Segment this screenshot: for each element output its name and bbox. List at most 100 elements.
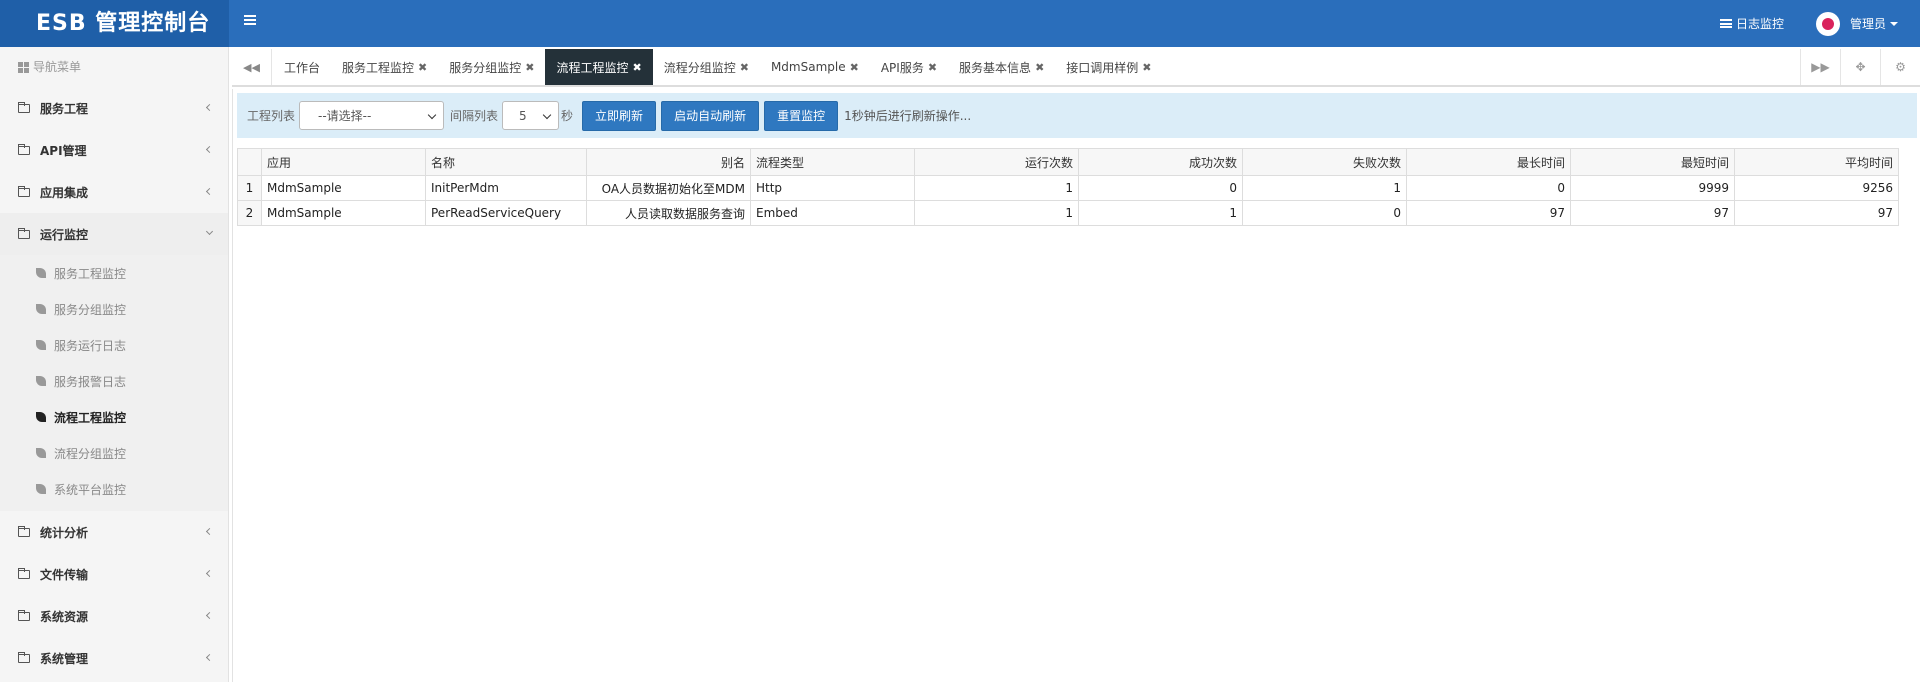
chevron-left-icon xyxy=(205,145,214,154)
close-icon[interactable]: ✖ xyxy=(633,61,642,74)
tab-flow-project-monitor[interactable]: 流程工程监控 ✖ xyxy=(545,49,653,85)
folder-icon xyxy=(18,609,30,621)
folder-icon xyxy=(18,143,30,155)
submenu-item[interactable]: 流程分组监控 xyxy=(0,435,228,471)
cell-max: 97 xyxy=(1406,200,1571,226)
tab-list: 工作台 服务工程监控 ✖ 服务分组监控 ✖ 流程工程监控 ✖ 流程分组监控 ✖ MdmS… xyxy=(273,49,1163,85)
cell-name: InitPerMdm xyxy=(425,175,587,201)
chevron-down-icon xyxy=(427,110,437,120)
app-title: ESB 管理控制台 xyxy=(0,0,229,47)
interval-select[interactable]: 5 xyxy=(502,101,560,130)
app-header: ESB 管理控制台 日志监控 管理员 xyxy=(0,0,1920,47)
refresh-status-text: 1秒钟后进行刷新操作... xyxy=(844,109,972,123)
close-icon[interactable]: ✖ xyxy=(1142,61,1151,74)
close-icon[interactable]: ✖ xyxy=(418,61,427,74)
cell-fail: 0 xyxy=(1242,200,1407,226)
nav-title-label: 导航菜单 xyxy=(33,60,82,74)
menu-toggle-icon[interactable] xyxy=(244,13,260,29)
sidebar-item-label: 运行监控 xyxy=(40,227,89,242)
monitor-table: 应用 名称 别名 流程类型 运行次数 成功次数 失败次数 最长时间 最短时间 平… xyxy=(237,148,1899,226)
reset-monitor-button[interactable]: 重置监控 xyxy=(764,100,839,131)
column-header[interactable]: 别名 xyxy=(586,148,751,176)
submenu-item[interactable]: 服务报警日志 xyxy=(0,363,228,399)
cell-min: 97 xyxy=(1570,200,1735,226)
table-row[interactable]: 1 MdmSample InitPerMdm OA人员数据初始化至MDM Htt… xyxy=(237,175,1899,201)
cell-max: 0 xyxy=(1406,175,1571,201)
close-icon[interactable]: ✖ xyxy=(850,61,859,74)
tab-workbench[interactable]: 工作台 xyxy=(273,49,331,85)
leaf-icon xyxy=(36,412,46,422)
chevron-left-icon xyxy=(205,653,214,662)
tab-flow-group-monitor[interactable]: 流程分组监控 ✖ xyxy=(653,49,760,85)
nav-title: 导航菜单 xyxy=(0,47,228,87)
submenu-item[interactable]: 服务分组监控 xyxy=(0,291,228,327)
table-row[interactable]: 2 MdmSample PerReadServiceQuery 人员读取数据服务… xyxy=(237,200,1899,226)
sidebar-item-system-resources[interactable]: 系统资源 xyxy=(0,595,228,637)
submenu-item-active[interactable]: 流程工程监控 xyxy=(0,399,228,435)
tab-scroll-right-icon[interactable]: ▶▶ xyxy=(1800,49,1840,85)
tab-service-basic-info[interactable]: 服务基本信息 ✖ xyxy=(948,49,1055,85)
sidebar-item-label: 系统管理 xyxy=(40,651,89,666)
gear-icon[interactable]: ⚙ xyxy=(1880,49,1920,85)
column-header[interactable]: 失败次数 xyxy=(1242,148,1407,176)
log-monitor-link[interactable]: 日志监控 xyxy=(1719,15,1784,32)
cell-success: 1 xyxy=(1078,200,1243,226)
close-icon[interactable]: ✖ xyxy=(1035,61,1044,74)
tab-mdmsample[interactable]: MdmSample ✖ xyxy=(760,49,870,85)
list-icon xyxy=(1719,19,1732,28)
auto-refresh-button[interactable]: 启动自动刷新 xyxy=(661,100,760,131)
project-list-label: 工程列表 xyxy=(247,109,296,123)
folder-icon xyxy=(18,101,30,113)
tab-api-call-example[interactable]: 接口调用样例 ✖ xyxy=(1055,49,1162,85)
chevron-left-icon xyxy=(205,187,214,196)
column-header[interactable]: 流程类型 xyxy=(750,148,915,176)
submenu-item[interactable]: 服务运行日志 xyxy=(0,327,228,363)
table-header-row: 应用 名称 别名 流程类型 运行次数 成功次数 失败次数 最长时间 最短时间 平… xyxy=(237,148,1899,176)
column-header[interactable]: 最长时间 xyxy=(1406,148,1571,176)
sidebar-item-file-transfer[interactable]: 文件传输 xyxy=(0,553,228,595)
sidebar-item-api[interactable]: API管理 xyxy=(0,129,228,171)
cell-alias: OA人员数据初始化至MDM xyxy=(586,175,751,201)
cell-type: Embed xyxy=(750,200,915,226)
close-icon[interactable]: ✖ xyxy=(740,61,749,74)
tab-api-service[interactable]: API服务 ✖ xyxy=(870,49,948,85)
chevron-down-icon xyxy=(205,227,214,236)
project-select[interactable]: --请选择-- xyxy=(299,101,445,130)
fullscreen-icon[interactable]: ✥ xyxy=(1840,49,1880,85)
sidebar: 导航菜单 服务工程 API管理 应用集成 运行监控 服务工程监控 服务分组监控 … xyxy=(0,47,229,682)
refresh-now-button[interactable]: 立即刷新 xyxy=(582,100,657,131)
submenu-item[interactable]: 服务工程监控 xyxy=(0,255,228,291)
cell-app: MdmSample xyxy=(261,200,426,226)
column-header[interactable]: 名称 xyxy=(425,148,587,176)
sidebar-item-label: 服务工程 xyxy=(40,101,89,116)
close-icon[interactable]: ✖ xyxy=(928,61,937,74)
chevron-left-icon xyxy=(205,569,214,578)
sidebar-item-label: 应用集成 xyxy=(40,185,89,200)
submenu-item[interactable]: 系统平台监控 xyxy=(0,471,228,507)
column-header[interactable]: 成功次数 xyxy=(1078,148,1243,176)
sidebar-item-statistics[interactable]: 统计分析 xyxy=(0,511,228,553)
cell-alias: 人员读取数据服务查询 xyxy=(586,200,751,226)
grid-icon xyxy=(18,61,29,73)
tab-service-project-monitor[interactable]: 服务工程监控 ✖ xyxy=(331,49,438,85)
chevron-down-icon xyxy=(542,110,552,120)
cell-runs: 1 xyxy=(914,200,1079,226)
sidebar-item-app-integration[interactable]: 应用集成 xyxy=(0,171,228,213)
filter-toolbar: 工程列表 --请选择-- 间隔列表 5 秒 立即刷新 启动自动刷新 重置监控 1… xyxy=(237,93,1917,138)
leaf-icon xyxy=(36,484,46,494)
tab-service-group-monitor[interactable]: 服务分组监控 ✖ xyxy=(438,49,545,85)
column-header[interactable]: 平均时间 xyxy=(1734,148,1899,176)
sidebar-item-service-project[interactable]: 服务工程 xyxy=(0,87,228,129)
sidebar-item-system-admin[interactable]: 系统管理 xyxy=(0,637,228,679)
row-number: 1 xyxy=(237,175,262,201)
cell-success: 0 xyxy=(1078,175,1243,201)
column-header[interactable]: 运行次数 xyxy=(914,148,1079,176)
cell-name: PerReadServiceQuery xyxy=(425,200,587,226)
user-menu[interactable]: 管理员 xyxy=(1815,11,1898,36)
leaf-icon xyxy=(36,376,46,386)
column-header[interactable]: 应用 xyxy=(261,148,426,176)
column-header[interactable]: 最短时间 xyxy=(1570,148,1735,176)
close-icon[interactable]: ✖ xyxy=(525,61,534,74)
sidebar-item-runtime-monitor[interactable]: 运行监控 xyxy=(0,213,228,255)
tab-scroll-left-icon[interactable]: ◀◀ xyxy=(232,49,272,85)
